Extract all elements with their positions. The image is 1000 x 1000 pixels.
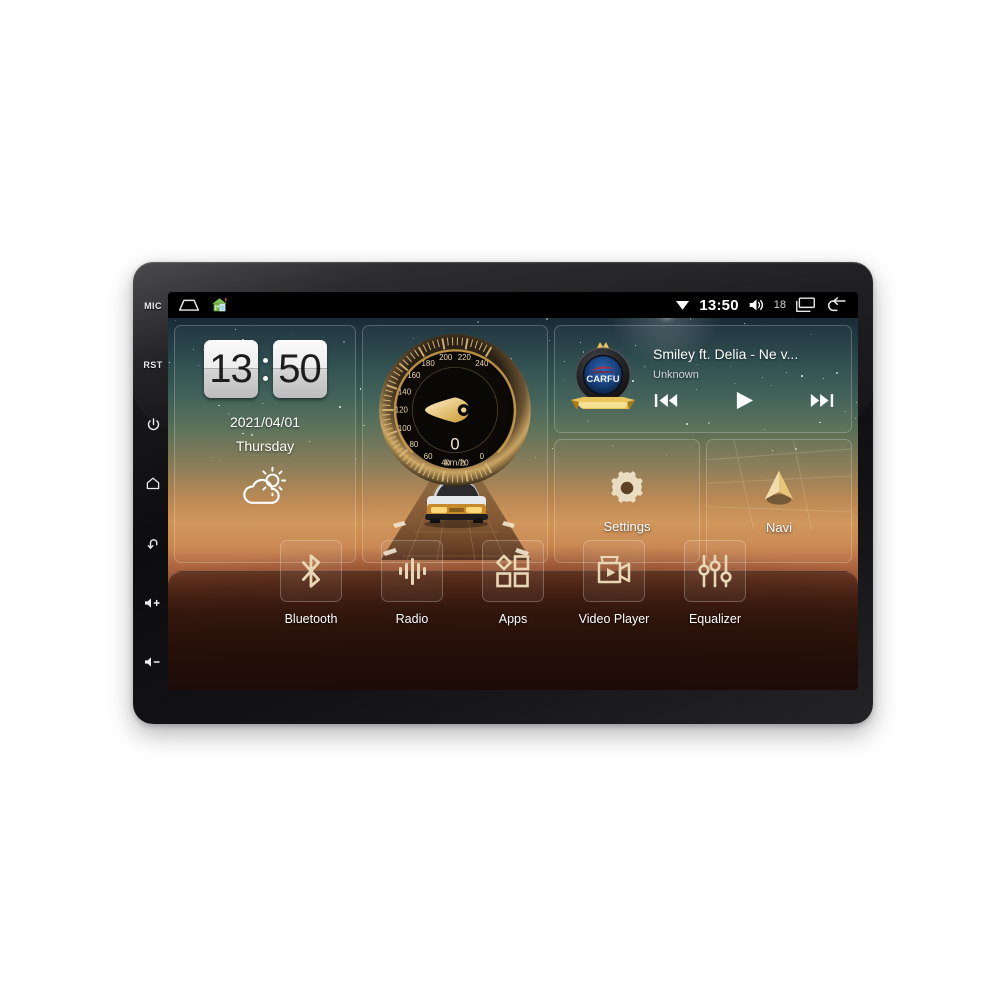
dock-label-bluetooth: Bluetooth (284, 612, 338, 626)
music-controls (653, 390, 843, 411)
recent-apps-icon[interactable] (795, 297, 816, 313)
album-art: CARFU (563, 336, 643, 422)
radio-waveform-icon (399, 558, 426, 585)
home-icon (146, 478, 160, 490)
svg-text:80: 80 (409, 440, 418, 449)
apps-grid-icon (495, 554, 530, 588)
dock-label-radio: Radio (395, 612, 429, 626)
dock-item-radio[interactable]: Radio (374, 540, 450, 626)
bluetooth-icon (301, 554, 321, 588)
gear-icon (608, 469, 646, 512)
dock-label-equalizer: Equalizer (688, 612, 742, 626)
clock-hour-card: 13 (203, 340, 258, 398)
music-metadata: Smiley ft. Delia - Ne v... Unknown (653, 346, 843, 413)
status-bar-clock: 13:50 (699, 296, 739, 314)
play-button[interactable] (733, 390, 756, 411)
power-icon (147, 418, 159, 431)
previous-track-button[interactable] (653, 391, 679, 410)
head-unit-device: MIC RST 13:50 18 13 50 2021/04/01 Thursd… (133, 262, 873, 724)
wifi-icon (675, 298, 690, 312)
bezel-button-back[interactable] (140, 533, 166, 553)
bluetooth-icon-box (280, 540, 342, 602)
video-player-icon-box (583, 540, 645, 602)
back-arrow-icon (147, 538, 158, 549)
dock-item-video-player[interactable]: Video Player (576, 540, 652, 626)
svg-text:100: 100 (398, 424, 412, 433)
clock-minute: 50 (278, 347, 321, 391)
right-widget-column: CARFU Smiley ft. Delia - Ne v... Unknown (554, 325, 852, 563)
svg-text:0: 0 (480, 452, 485, 461)
app-dock: Bluetooth Radio Apps Video Player Equali… (168, 540, 858, 690)
tile-label-navi: Navi (765, 519, 792, 535)
video-camera-icon (597, 555, 631, 584)
album-logo-text: CARFU (586, 374, 619, 385)
bezel-label-reset: RST (143, 359, 163, 370)
svg-text:200: 200 (439, 353, 453, 362)
clock-minute-card: 50 (272, 340, 327, 398)
volume-up-icon (145, 597, 160, 608)
bezel-button-reset[interactable]: RST (140, 355, 166, 375)
dock-label-apps: Apps (498, 612, 528, 626)
clock-weekday: Thursday (235, 438, 295, 454)
volume-level: 18 (773, 298, 786, 311)
status-back-arrow-icon[interactable] (825, 297, 847, 313)
partly-cloudy-icon (239, 466, 291, 513)
speedometer-gauge: 0 20 40 60 80 100 120 140 160 180 200 220 240 0 k (376, 331, 534, 494)
bezel-button-strip: MIC RST (137, 286, 169, 698)
bezel-button-home[interactable] (140, 474, 166, 494)
bezel-button-power[interactable] (140, 415, 166, 435)
track-title: Smiley ft. Delia - Ne v... (653, 345, 799, 362)
clock-widget[interactable]: 13 50 2021/04/01 Thursday (174, 325, 356, 563)
dock-label-video-player: Video Player (578, 612, 650, 626)
status-bar: 13:50 18 (168, 292, 858, 318)
volume-icon[interactable] (748, 298, 765, 312)
bezel-button-volume-up[interactable] (140, 593, 166, 613)
clock-colon (262, 357, 269, 381)
navigation-arrow-icon (758, 468, 800, 513)
bezel-button-mic[interactable]: MIC (140, 296, 166, 316)
equalizer-icon-box (684, 540, 746, 602)
android-back-icon[interactable] (178, 298, 200, 312)
dock-item-equalizer[interactable]: Equalizer (677, 540, 753, 626)
clock-hour: 13 (209, 347, 252, 391)
volume-down-icon (145, 657, 160, 667)
track-artist: Unknown (653, 368, 699, 381)
svg-text:60: 60 (424, 452, 433, 461)
apps-icon-box (482, 540, 544, 602)
music-widget[interactable]: CARFU Smiley ft. Delia - Ne v... Unknown (554, 325, 852, 433)
touchscreen[interactable]: 13:50 18 13 50 2021/04/01 Thursday 0 20 … (168, 292, 858, 690)
bezel-button-volume-down[interactable] (140, 652, 166, 672)
equalizer-sliders-icon (698, 554, 732, 588)
dock-item-bluetooth[interactable]: Bluetooth (273, 540, 349, 626)
svg-text:120: 120 (395, 406, 409, 415)
widget-area: 13 50 2021/04/01 Thursday 0 20 40 60 80 … (168, 318, 858, 563)
svg-text:km/h: km/h (445, 457, 466, 468)
status-bar-right: 13:50 18 (675, 297, 858, 313)
bezel-label-mic: MIC (144, 300, 162, 311)
radio-icon-box (381, 540, 443, 602)
dock-item-apps[interactable]: Apps (475, 540, 551, 626)
home-house-icon[interactable] (211, 297, 228, 313)
tile-label-settings: Settings (603, 518, 651, 534)
clock-date: 2021/04/01 (229, 414, 301, 430)
next-track-button[interactable] (809, 391, 835, 410)
status-bar-left (168, 297, 228, 313)
svg-text:0: 0 (450, 435, 459, 454)
dock-items: Bluetooth Radio Apps Video Player Equali… (168, 540, 858, 658)
svg-text:220: 220 (458, 353, 472, 362)
flip-clock: 13 50 (203, 340, 327, 398)
svg-text:180: 180 (422, 359, 436, 368)
speedometer-widget[interactable]: 0 20 40 60 80 100 120 140 160 180 200 220 240 0 k (362, 325, 548, 563)
